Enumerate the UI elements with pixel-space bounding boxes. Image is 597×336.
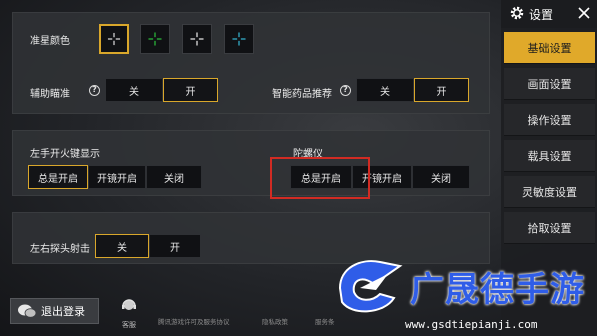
watermark-url: www.gsdtiepianji.com [405, 318, 538, 331]
headset-icon [122, 299, 136, 310]
sidebar-item-sensitivity[interactable]: 灵敏度设置 [504, 176, 595, 208]
footer-link-license[interactable]: 腾讯游戏许可及服务协议 [158, 316, 230, 326]
sidebar-item-graphics[interactable]: 画面设置 [504, 68, 595, 100]
logout-button[interactable]: 退出登录 [10, 298, 99, 324]
watermark-text: 广晟德手游 [410, 270, 585, 310]
crosshair-color-white-2[interactable] [182, 24, 212, 54]
sidebar-item-basic[interactable]: 基础设置 [504, 32, 595, 64]
smart-medicine-help-icon[interactable]: ? [340, 85, 351, 96]
crosshair-icon [232, 32, 246, 46]
crosshair-icon [190, 32, 204, 46]
crosshair-color-label: 准星颜色 [30, 36, 70, 47]
left-fire-scope[interactable]: 开镜开启 [88, 165, 146, 189]
aim-assist-label: 辅助瞄准 [30, 89, 70, 100]
left-fire-always[interactable]: 总是开启 [28, 165, 88, 189]
crosshair-icon [107, 32, 121, 46]
crosshair-icon [148, 32, 162, 46]
smart-medicine-on[interactable]: 开 [414, 78, 469, 102]
customer-service-label: 客服 [122, 321, 136, 329]
smart-medicine-label: 智能药品推荐 [272, 89, 332, 100]
logout-label: 退出登录 [41, 305, 85, 318]
peek-fire-toggle: 关 开 [95, 234, 201, 258]
peek-fire-off[interactable]: 关 [95, 234, 149, 258]
aim-assist-off[interactable]: 关 [105, 78, 163, 102]
gyroscope-off[interactable]: 关闭 [412, 165, 470, 189]
peek-fire-label: 左右探头射击 [30, 244, 90, 255]
settings-title: 设置 [529, 8, 554, 22]
footer-link-privacy[interactable]: 隐私政策 [262, 316, 288, 326]
aim-assist-help-icon[interactable]: ? [89, 85, 100, 96]
peek-settings-panel [12, 212, 490, 264]
sidebar-header: 设置 [501, 0, 597, 28]
sidebar-item-vehicle[interactable]: 载具设置 [504, 140, 595, 172]
crosshair-color-white[interactable] [99, 24, 129, 54]
gear-icon [510, 6, 524, 20]
crosshair-color-green[interactable] [140, 24, 170, 54]
left-fire-label: 左手开火键显示 [30, 149, 100, 160]
smart-medicine-toggle: 关 开 [356, 78, 469, 102]
smart-medicine-off[interactable]: 关 [356, 78, 414, 102]
watermark-logo-icon [338, 260, 403, 313]
left-fire-options: 总是开启 开镜开启 关闭 [28, 165, 202, 189]
customer-service-button[interactable]: 客服 [116, 296, 142, 330]
wechat-icon [18, 304, 37, 318]
left-fire-off[interactable]: 关闭 [146, 165, 202, 189]
sidebar-item-pickup[interactable]: 拾取设置 [504, 212, 595, 244]
sidebar-item-controls[interactable]: 操作设置 [504, 104, 595, 136]
close-icon[interactable] [575, 4, 593, 22]
aim-assist-toggle: 关 开 [105, 78, 218, 102]
peek-fire-on[interactable]: 开 [149, 234, 201, 258]
gyroscope-highlight [270, 157, 370, 199]
aim-assist-on[interactable]: 开 [163, 78, 218, 102]
crosshair-color-cyan[interactable] [224, 24, 254, 54]
